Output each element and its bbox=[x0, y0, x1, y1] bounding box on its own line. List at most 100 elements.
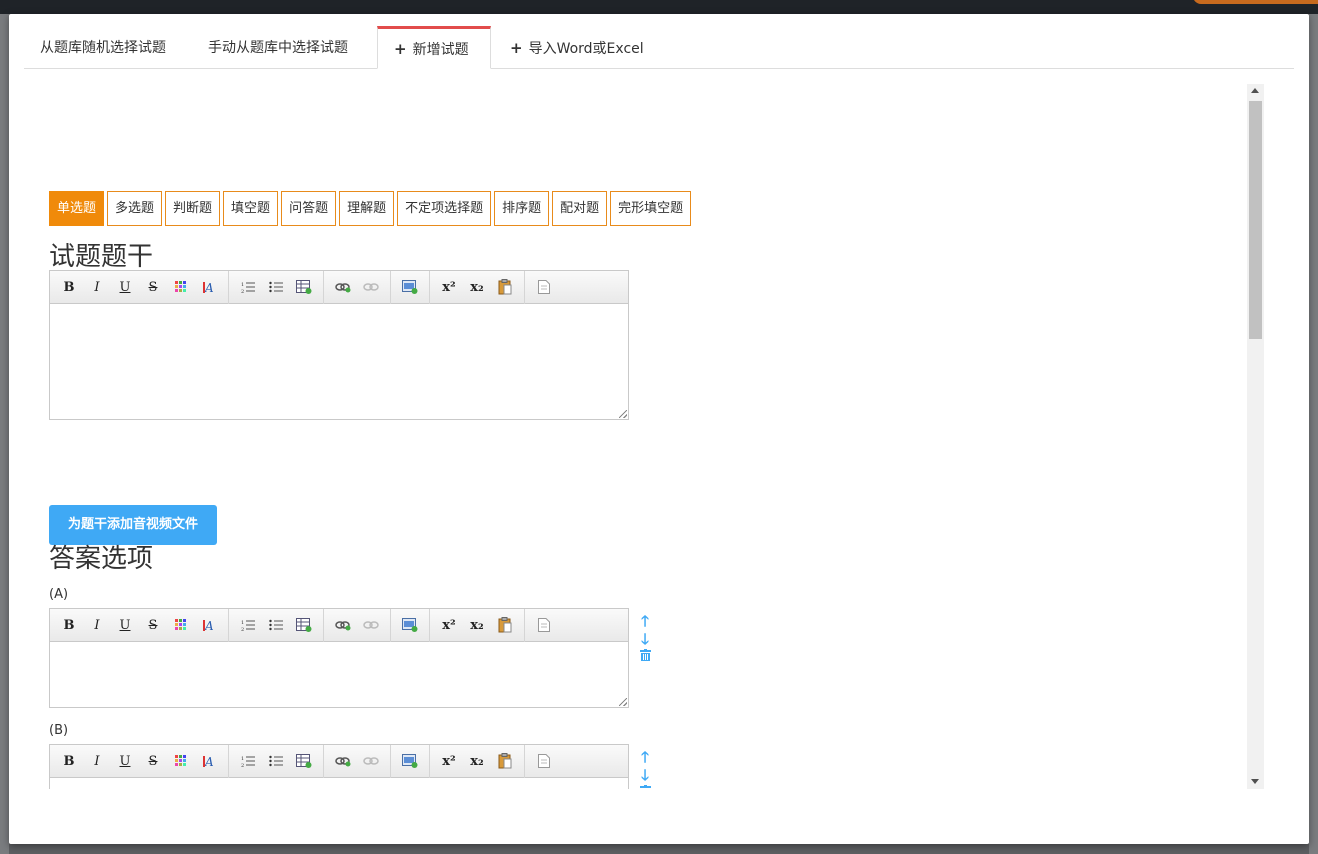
svg-text:A: A bbox=[204, 755, 214, 768]
underline-button[interactable]: U bbox=[111, 750, 139, 772]
paste-icon[interactable] bbox=[491, 614, 519, 636]
tab-manual-select[interactable]: 手动从题库中选择试题 bbox=[192, 26, 364, 69]
svg-text:2: 2 bbox=[241, 627, 244, 631]
link-icon[interactable] bbox=[329, 750, 357, 772]
scroll-up-arrow[interactable] bbox=[1251, 88, 1259, 93]
type-matching[interactable]: 配对题 bbox=[552, 191, 608, 226]
italic-button[interactable]: I bbox=[83, 750, 111, 772]
unordered-list-icon[interactable] bbox=[262, 276, 290, 298]
subscript-button[interactable]: x₂ bbox=[463, 276, 491, 298]
image-icon[interactable] bbox=[396, 276, 424, 298]
image-icon[interactable] bbox=[396, 750, 424, 772]
tab-import-word-excel[interactable]: + 导入Word或Excel bbox=[494, 26, 660, 69]
italic-button[interactable]: I bbox=[83, 276, 111, 298]
subscript-button[interactable]: x₂ bbox=[463, 614, 491, 636]
tab-new-question[interactable]: + 新增试题 bbox=[377, 26, 491, 69]
text-color-icon[interactable] bbox=[167, 614, 195, 636]
editor-toolbar: B I U S A 12 x² x₂ bbox=[50, 608, 628, 642]
bold-button[interactable]: B bbox=[55, 750, 83, 772]
top-bar bbox=[0, 0, 1318, 14]
paste-icon[interactable] bbox=[491, 276, 519, 298]
option-b-editor: B I U S A 12 x² x₂ bbox=[49, 744, 629, 789]
resize-grip[interactable] bbox=[619, 410, 627, 418]
scroll-down-arrow[interactable] bbox=[1251, 779, 1259, 784]
underline-button[interactable]: U bbox=[111, 614, 139, 636]
scrollbar-thumb[interactable] bbox=[1249, 101, 1262, 339]
superscript-button[interactable]: x² bbox=[435, 750, 463, 772]
image-icon[interactable] bbox=[396, 614, 424, 636]
unlink-icon[interactable] bbox=[357, 276, 385, 298]
svg-text:2: 2 bbox=[241, 289, 244, 293]
stem-text-area[interactable] bbox=[50, 304, 628, 419]
ordered-list-icon[interactable]: 12 bbox=[234, 750, 262, 772]
type-indefinite-choice[interactable]: 不定项选择题 bbox=[397, 191, 492, 226]
strikethrough-button[interactable]: S bbox=[139, 614, 167, 636]
underline-button[interactable]: U bbox=[111, 276, 139, 298]
source-document-icon[interactable] bbox=[530, 276, 558, 298]
option-b-text-area[interactable] bbox=[50, 778, 628, 789]
editor-toolbar: B I U S A 12 x² x₂ bbox=[50, 270, 628, 304]
superscript-button[interactable]: x² bbox=[435, 614, 463, 636]
bold-button[interactable]: B bbox=[55, 614, 83, 636]
subscript-button[interactable]: x₂ bbox=[463, 750, 491, 772]
top-bar-pill bbox=[1193, 0, 1318, 4]
text-color-icon[interactable] bbox=[167, 750, 195, 772]
move-up-icon[interactable]: 🡑 bbox=[641, 748, 649, 766]
strikethrough-button[interactable]: S bbox=[139, 750, 167, 772]
unordered-list-icon[interactable] bbox=[262, 614, 290, 636]
remove-format-icon[interactable]: A bbox=[195, 276, 223, 298]
plus-icon: + bbox=[394, 40, 407, 58]
link-icon[interactable] bbox=[329, 614, 357, 636]
stem-editor: B I U S A 12 x² x₂ bbox=[49, 270, 629, 420]
superscript-button[interactable]: x² bbox=[435, 276, 463, 298]
add-question-dialog: 从题库随机选择试题 手动从题库中选择试题 + 新增试题 + 导入Word或Excel… bbox=[9, 14, 1309, 844]
type-comprehension[interactable]: 理解题 bbox=[339, 191, 395, 226]
unlink-icon[interactable] bbox=[357, 750, 385, 772]
svg-text:A: A bbox=[204, 619, 214, 632]
link-icon[interactable] bbox=[329, 276, 357, 298]
ordered-list-icon[interactable]: 12 bbox=[234, 276, 262, 298]
unlink-icon[interactable] bbox=[357, 614, 385, 636]
type-multiple-choice[interactable]: 多选题 bbox=[107, 191, 163, 226]
option-label: (B) bbox=[49, 723, 69, 738]
tab-label: 从题库随机选择试题 bbox=[40, 40, 166, 56]
svg-text:2: 2 bbox=[241, 763, 244, 767]
type-true-false[interactable]: 判断题 bbox=[165, 191, 221, 226]
vertical-scrollbar[interactable] bbox=[1247, 84, 1264, 789]
delete-icon[interactable] bbox=[639, 648, 651, 666]
svg-text:1: 1 bbox=[241, 756, 244, 762]
option-a-editor: B I U S A 12 x² x₂ bbox=[49, 608, 629, 708]
table-icon[interactable] bbox=[290, 750, 318, 772]
delete-icon[interactable] bbox=[639, 784, 651, 789]
remove-format-icon[interactable]: A bbox=[195, 750, 223, 772]
background-left bbox=[0, 14, 9, 854]
svg-text:A: A bbox=[204, 281, 214, 294]
bold-button[interactable]: B bbox=[55, 276, 83, 298]
type-single-choice[interactable]: 单选题 bbox=[49, 191, 105, 226]
paste-icon[interactable] bbox=[491, 750, 519, 772]
tab-random-select[interactable]: 从题库随机选择试题 bbox=[24, 26, 182, 69]
source-document-icon[interactable] bbox=[530, 750, 558, 772]
type-cloze[interactable]: 完形填空题 bbox=[610, 191, 692, 226]
italic-button[interactable]: I bbox=[83, 614, 111, 636]
unordered-list-icon[interactable] bbox=[262, 750, 290, 772]
resize-grip[interactable] bbox=[619, 698, 627, 706]
ordered-list-icon[interactable]: 12 bbox=[234, 614, 262, 636]
type-essay[interactable]: 问答题 bbox=[281, 191, 337, 226]
table-icon[interactable] bbox=[290, 276, 318, 298]
move-down-icon[interactable]: 🡓 bbox=[641, 630, 649, 648]
source-document-icon[interactable] bbox=[530, 614, 558, 636]
move-up-icon[interactable]: 🡑 bbox=[641, 612, 649, 630]
strikethrough-button[interactable]: S bbox=[139, 276, 167, 298]
move-down-icon[interactable]: 🡓 bbox=[641, 766, 649, 784]
type-ordering[interactable]: 排序题 bbox=[494, 191, 550, 226]
table-icon[interactable] bbox=[290, 614, 318, 636]
tab-bar: 从题库随机选择试题 手动从题库中选择试题 + 新增试题 + 导入Word或Excel bbox=[24, 26, 1294, 69]
type-fill-blank[interactable]: 填空题 bbox=[223, 191, 279, 226]
option-label: (A) bbox=[49, 587, 69, 602]
stem-title: 试题题干 bbox=[49, 242, 154, 272]
option-a-text-area[interactable] bbox=[50, 642, 628, 707]
text-color-icon[interactable] bbox=[167, 276, 195, 298]
remove-format-icon[interactable]: A bbox=[195, 614, 223, 636]
plus-icon: + bbox=[510, 39, 523, 57]
